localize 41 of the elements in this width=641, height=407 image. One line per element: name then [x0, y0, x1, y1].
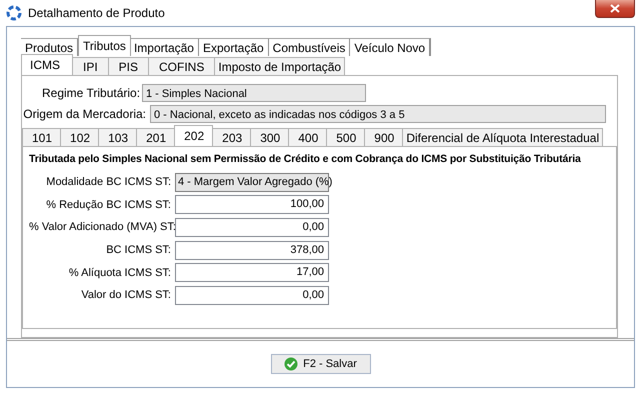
tab[interactable]: Exportação: [198, 38, 270, 56]
tab[interactable]: 201: [136, 128, 176, 146]
field-label: BC ICMS ST:: [105, 244, 171, 256]
tab[interactable]: 101: [22, 128, 62, 146]
tab[interactable]: 203: [212, 128, 252, 146]
field-label: Origem da Mercadoria:: [22, 107, 146, 121]
origin-field[interactable]: 0 - Nacional, exceto as indicadas nos códigos 3 a 5: [150, 105, 606, 123]
tab[interactable]: Imposto de Importação: [214, 57, 346, 75]
tab[interactable]: 300: [250, 128, 290, 146]
tab[interactable]: Tributos: [78, 35, 131, 56]
number-field[interactable]: 17,00: [175, 263, 329, 282]
field-label: % Redução BC ICMS ST:: [45, 198, 171, 211]
save-button[interactable]: F2 - Salvar: [270, 354, 370, 374]
tab[interactable]: Importação: [130, 38, 200, 56]
tab[interactable]: 400: [288, 128, 328, 146]
tab[interactable]: IPI: [72, 57, 109, 75]
section-title: Tributada pelo Simples Nacional sem Permissão de Crédito e com Cobrança do ICMS por Substituição Tributária: [29, 153, 582, 165]
tab[interactable]: Combustíveis: [268, 38, 352, 56]
number-field[interactable]: 100,00: [175, 195, 329, 214]
number-field[interactable]: 0,00: [175, 286, 329, 305]
field-label: Regime Tributário:: [42, 86, 138, 100]
tab[interactable]: ICMS: [21, 54, 73, 75]
close-icon: [610, 4, 620, 13]
field-label: Modalidade BC ICMS ST:: [45, 176, 171, 188]
close-button[interactable]: [595, 0, 635, 18]
tab[interactable]: 900: [364, 128, 404, 146]
tab[interactable]: Veículo Novo: [350, 38, 432, 56]
tab[interactable]: Diferencial de Alíquota Interestadual: [402, 128, 604, 146]
app-icon: [6, 5, 22, 21]
tab[interactable]: 500: [326, 128, 366, 146]
check-icon: [284, 357, 298, 371]
number-field[interactable]: 378,00: [175, 240, 329, 260]
field-label: % Alíquota ICMS ST:: [68, 266, 171, 279]
tab[interactable]: 103: [98, 128, 138, 146]
window-title: Detalhamento de Produto: [28, 6, 166, 20]
field-label: Valor do ICMS ST:: [80, 289, 171, 302]
tab[interactable]: 102: [60, 128, 100, 146]
tab[interactable]: COFINS: [148, 57, 216, 75]
regime-field[interactable]: 1 - Simples Nacional: [142, 84, 366, 102]
number-field[interactable]: 0,00: [175, 218, 329, 237]
tab[interactable]: PIS: [108, 57, 150, 75]
